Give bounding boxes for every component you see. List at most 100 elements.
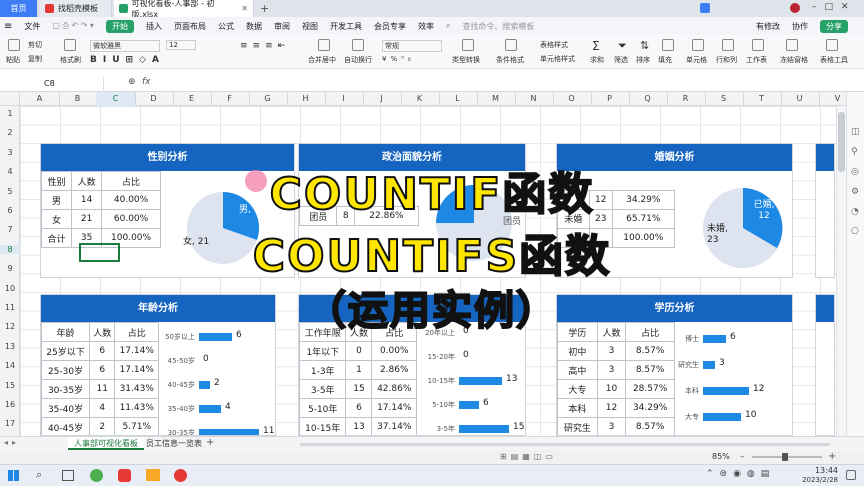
- age-cell[interactable]: 6: [89, 360, 116, 380]
- tenure-cell[interactable]: 5-10年: [299, 398, 347, 418]
- vertical-scrollbar[interactable]: [836, 106, 846, 436]
- zoom-slider[interactable]: [752, 453, 822, 461]
- row-header-1[interactable]: 1: [0, 109, 20, 118]
- sort-button[interactable]: 排序: [636, 55, 650, 65]
- tenure-cell[interactable]: 42.86%: [371, 379, 417, 399]
- menu-review[interactable]: 审阅: [274, 21, 290, 32]
- sheet-tab-dashboard[interactable]: 人事部可视化看板: [68, 437, 144, 450]
- menu-member[interactable]: 会员专享: [374, 21, 406, 32]
- table-style-button[interactable]: 表格样式: [540, 40, 568, 50]
- education-cell[interactable]: 34.29%: [625, 398, 675, 418]
- tenure-cell[interactable]: 17.14%: [371, 398, 417, 418]
- age-cell[interactable]: 11: [89, 379, 116, 399]
- windows-start-icon[interactable]: [8, 470, 19, 481]
- sort-icon[interactable]: ⇅: [640, 39, 649, 52]
- column-header-k[interactable]: K: [400, 92, 440, 106]
- close-icon[interactable]: ✕: [241, 4, 248, 13]
- age-cell[interactable]: 30-35岁: [41, 379, 91, 399]
- fill-button[interactable]: 填充: [658, 55, 672, 65]
- filter-button[interactable]: 筛选: [614, 55, 628, 65]
- row-header-13[interactable]: 13: [0, 342, 20, 351]
- column-header-l[interactable]: L: [438, 92, 478, 106]
- hamburger-icon[interactable]: ≡: [4, 21, 12, 32]
- clock-time[interactable]: 13:44: [792, 466, 838, 475]
- education-cell[interactable]: 3: [596, 341, 627, 361]
- row-col-icon[interactable]: [722, 39, 734, 51]
- age-cell[interactable]: 4: [89, 398, 116, 418]
- column-header-s[interactable]: S: [704, 92, 744, 106]
- status-icons[interactable]: ⊞▤▦◫▭: [500, 452, 557, 461]
- format-painter-icon[interactable]: [64, 39, 76, 51]
- add-sheet-icon[interactable]: +: [206, 437, 214, 448]
- menu-data[interactable]: 数据: [246, 21, 262, 32]
- font-size-select[interactable]: 12: [166, 40, 196, 50]
- column-header-i[interactable]: I: [324, 92, 364, 106]
- tenure-cell[interactable]: 1年以下: [299, 341, 347, 361]
- zoom-level[interactable]: 85%: [712, 452, 730, 461]
- search-icon[interactable]: ⌕: [446, 21, 450, 31]
- quick-access-icons[interactable]: ▢ ⎙ ↶ ↷ ▾: [52, 21, 94, 31]
- education-cell[interactable]: 12: [596, 398, 627, 418]
- menu-insert[interactable]: 插入: [146, 21, 162, 32]
- zoom-in-icon[interactable]: +: [828, 451, 836, 462]
- wrap-text-icon[interactable]: [352, 39, 364, 51]
- merge-center-icon[interactable]: [318, 39, 330, 51]
- age-cell[interactable]: 35-40岁: [41, 398, 91, 418]
- filter-icon[interactable]: ⏷: [618, 39, 627, 53]
- paste-label[interactable]: 粘贴: [6, 55, 20, 65]
- select-all-corner[interactable]: [0, 92, 20, 106]
- education-cell[interactable]: 8.57%: [625, 341, 675, 361]
- menu-home[interactable]: 开始: [105, 19, 134, 33]
- row-col-button[interactable]: 行和列: [716, 55, 737, 65]
- task-view-icon[interactable]: [62, 470, 74, 481]
- clock-date[interactable]: 2023/2/28: [786, 476, 838, 484]
- education-cell[interactable]: 大专: [557, 379, 598, 399]
- copy-button[interactable]: 复制: [28, 54, 42, 64]
- sum-button[interactable]: 求和: [590, 55, 604, 65]
- scroll-thumb[interactable]: [838, 112, 845, 172]
- command-search[interactable]: 查找命令、搜索模板: [462, 21, 534, 32]
- row-header-14[interactable]: 14: [0, 361, 20, 370]
- column-header-h[interactable]: H: [286, 92, 326, 106]
- column-header-t[interactable]: T: [742, 92, 782, 106]
- age-cell[interactable]: 17.14%: [114, 360, 159, 380]
- column-header-q[interactable]: Q: [628, 92, 668, 106]
- align-buttons[interactable]: ≡≡≡⇤: [240, 41, 290, 51]
- age-cell[interactable]: 40-45岁: [41, 417, 91, 435]
- menu-efficiency[interactable]: 效率: [418, 21, 434, 32]
- font-style-buttons[interactable]: BIU⊞◇A: [90, 55, 165, 65]
- browser-icon[interactable]: [90, 469, 103, 482]
- tenure-cell[interactable]: 0: [345, 341, 373, 361]
- side-tool-icons[interactable]: ◫ ⚲ ◎ ⚙ ◔ ⎔: [851, 122, 860, 242]
- tenure-cell[interactable]: 15: [345, 379, 373, 399]
- avatar[interactable]: [790, 3, 800, 13]
- tenure-cell[interactable]: 1: [345, 360, 373, 380]
- wps-icon[interactable]: [118, 469, 131, 482]
- number-format-buttons[interactable]: ¥%⁰₀: [382, 55, 415, 63]
- row-header-17[interactable]: 17: [0, 419, 20, 428]
- column-header-e[interactable]: E: [172, 92, 212, 106]
- tenure-cell[interactable]: 1-3年: [299, 360, 347, 380]
- search-icon[interactable]: ⌕: [36, 468, 42, 482]
- age-cell[interactable]: 2: [89, 417, 116, 435]
- notification-icon[interactable]: [846, 470, 856, 480]
- column-header-u[interactable]: U: [780, 92, 820, 106]
- column-header-p[interactable]: P: [590, 92, 630, 106]
- modified-status[interactable]: 有修改: [756, 21, 780, 32]
- tenure-cell[interactable]: 37.14%: [371, 417, 417, 435]
- column-header-j[interactable]: J: [362, 92, 402, 106]
- tenure-cell[interactable]: 13: [345, 417, 373, 435]
- window-controls[interactable]: –□✕: [812, 2, 857, 12]
- table-tools-button[interactable]: 表格工具: [820, 55, 848, 65]
- sum-icon[interactable]: Σ: [592, 39, 600, 53]
- user-badge-icon[interactable]: [700, 3, 710, 13]
- tab-home[interactable]: 首页: [0, 0, 38, 17]
- tray-icons[interactable]: ⌃⊜◉◍▤: [706, 469, 775, 479]
- share-button[interactable]: 分享: [820, 19, 848, 33]
- column-header-c[interactable]: C: [96, 92, 136, 106]
- freeze-button[interactable]: 冻结窗格: [780, 55, 808, 65]
- wrap-text-button[interactable]: 自动换行: [344, 55, 372, 65]
- education-cell[interactable]: 10: [596, 379, 627, 399]
- freeze-icon[interactable]: [786, 39, 798, 51]
- column-header-r[interactable]: R: [666, 92, 706, 106]
